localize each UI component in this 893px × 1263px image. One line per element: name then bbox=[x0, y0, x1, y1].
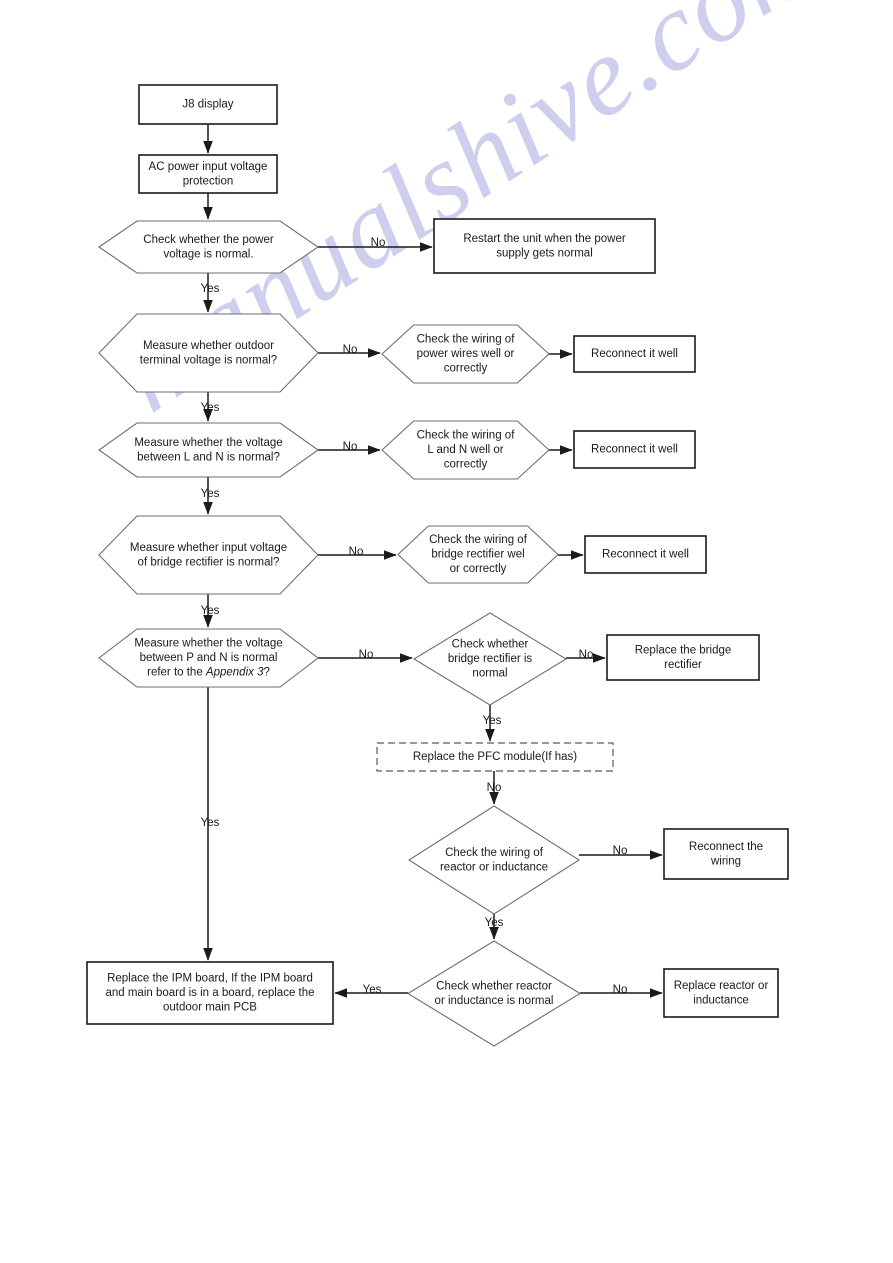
node-text-line: L and N well or bbox=[427, 444, 503, 456]
edge-label-yes-12: Yes bbox=[201, 605, 220, 617]
node-text-line: normal bbox=[472, 668, 507, 680]
node-text-line: Check the wiring of bbox=[445, 847, 544, 859]
node-replace-the-bridge: Replace the bridge rectifier bbox=[606, 634, 760, 681]
node-reconnect-it-well: Reconnect it well bbox=[573, 430, 696, 469]
node-replace-reactor-or: Replace reactor or inductance bbox=[663, 968, 779, 1018]
node-shape-hexagon bbox=[98, 220, 319, 274]
node-shape-hexagon bbox=[98, 313, 319, 393]
node-text-line: Measure whether the voltage bbox=[134, 437, 282, 449]
flowchart-canvas: J8 display AC power input voltage protecti… bbox=[86, 84, 789, 1047]
node-text-line: protection bbox=[183, 175, 234, 187]
node-text-line: Check the wiring of bbox=[417, 430, 516, 442]
node-replace-the-ipm-board-if-the-ipm-board: Replace the IPM board, If the IPM board a… bbox=[86, 961, 334, 1025]
edge-label-no-13: No bbox=[359, 649, 374, 661]
node-reconnect-the: Reconnect the wiring bbox=[663, 828, 789, 880]
node-shape-hexagon bbox=[98, 515, 319, 595]
edge-label-no-17: No bbox=[613, 845, 628, 857]
node-shape-diamond bbox=[406, 940, 582, 1047]
node-reconnect-it-well: Reconnect it well bbox=[584, 535, 707, 574]
node-text-line: or correctly bbox=[450, 563, 507, 575]
node-text-line: AC power input voltage bbox=[149, 161, 268, 173]
edge-label-no-19: No bbox=[613, 984, 628, 996]
node-text-line: Measure whether the voltage bbox=[134, 638, 282, 650]
node-text-line: power wires well or bbox=[417, 348, 515, 360]
node-text-line: reactor or inductance bbox=[440, 861, 548, 873]
node-check-whether: Check whether bridge rectifier is normal bbox=[412, 612, 568, 706]
node-measure-whether-the-voltage: Measure whether the voltage between L and… bbox=[98, 422, 319, 478]
node-text-line: between L and N is normal? bbox=[137, 451, 280, 463]
node-shape-rect bbox=[606, 634, 760, 681]
node-text-line: refer to the Appendix 3? bbox=[147, 667, 270, 679]
node-reconnect-it-well: Reconnect it well bbox=[573, 335, 696, 373]
node-text-line: and main board is in a board, replace th… bbox=[105, 987, 314, 999]
node-shape-rect bbox=[433, 218, 656, 274]
edge-label-no-16: No bbox=[487, 782, 502, 794]
node-text-line: Replace the bridge bbox=[635, 644, 732, 656]
node-text-line: terminal voltage is normal? bbox=[140, 354, 277, 366]
node-text-line: Check whether bbox=[452, 639, 529, 651]
node-text-line: Replace reactor or bbox=[674, 980, 769, 992]
edge-label-yes-20: Yes bbox=[363, 984, 382, 996]
node-check-the-wiring-of: Check the wiring of L and N well or correc… bbox=[381, 420, 550, 480]
node-text-line: Check whether reactor bbox=[436, 980, 552, 992]
node-text-line: or inductance is normal bbox=[435, 995, 554, 1007]
node-text-line: Check the wiring of bbox=[429, 534, 528, 546]
edge-label-yes-21: Yes bbox=[201, 817, 220, 829]
node-restart-the-unit-when-the-power: Restart the unit when the power supply ge… bbox=[433, 218, 656, 274]
node-text-line: J8 display bbox=[182, 99, 233, 111]
edge-label-yes-15: Yes bbox=[483, 715, 502, 727]
node-check-the-wiring-of: Check the wiring of power wires well or co… bbox=[381, 324, 550, 384]
node-text-line: outdoor main PCB bbox=[163, 1002, 257, 1014]
node-text-line: Check whether the power bbox=[143, 234, 274, 246]
node-measure-whether-the-voltage: Measure whether the voltage between P and… bbox=[98, 628, 319, 688]
edge-label-no-2: No bbox=[371, 237, 386, 249]
node-text-line: Replace the IPM board, If the IPM board bbox=[107, 973, 313, 985]
node-measure-whether-input-voltage: Measure whether input voltage of bridge r… bbox=[98, 515, 319, 595]
node-check-the-wiring-of: Check the wiring of bridge rectifier wel o… bbox=[397, 525, 559, 584]
edge-label-no-10: No bbox=[349, 546, 364, 558]
node-text-line: Measure whether outdoor bbox=[143, 340, 274, 352]
edge-label-no-4: No bbox=[343, 344, 358, 356]
node-text-line: inductance bbox=[693, 994, 749, 1006]
nodes-layer: J8 display AC power input voltage protecti… bbox=[86, 84, 789, 1047]
node-text-line: Reconnect it well bbox=[591, 444, 678, 456]
edge-label-yes-3: Yes bbox=[201, 283, 220, 295]
node-ac-power-input-voltage: AC power input voltage protection bbox=[138, 154, 278, 194]
node-text-line: bridge rectifier wel bbox=[431, 549, 524, 561]
edge-label-yes-9: Yes bbox=[201, 488, 220, 500]
node-measure-whether-outdoor: Measure whether outdoor terminal voltage … bbox=[98, 313, 319, 393]
node-text-line: between P and N is normal bbox=[140, 652, 278, 664]
node-text-line: correctly bbox=[444, 363, 488, 375]
node-check-whether-the-power: Check whether the power voltage is normal… bbox=[98, 220, 319, 274]
node-shape-diamond bbox=[407, 805, 581, 915]
node-text-line: Reconnect it well bbox=[591, 348, 678, 360]
node-text-line: of bridge rectifier is normal? bbox=[138, 556, 280, 568]
node-text-line: Check the wiring of bbox=[417, 334, 516, 346]
edge-label-no-14: No bbox=[579, 649, 594, 661]
node-text-line: Measure whether input voltage bbox=[130, 542, 287, 554]
node-text-line: Replace the PFC module(If has) bbox=[413, 751, 577, 763]
node-text-line: rectifier bbox=[664, 659, 702, 671]
node-shape-hexagon bbox=[98, 422, 319, 478]
node-shape-rect bbox=[663, 968, 779, 1018]
node-text-line: Restart the unit when the power bbox=[463, 233, 626, 245]
node-text-line: voltage is normal. bbox=[163, 248, 253, 260]
node-check-whether-reactor: Check whether reactor or inductance is no… bbox=[406, 940, 582, 1047]
node-check-the-wiring-of: Check the wiring of reactor or inductance bbox=[407, 805, 581, 915]
node-text-line: Reconnect it well bbox=[602, 549, 689, 561]
node-text-line: wiring bbox=[710, 855, 741, 867]
edge-label-no-7: No bbox=[343, 441, 358, 453]
node-text-line: correctly bbox=[444, 459, 488, 471]
node-shape-rect bbox=[663, 828, 789, 880]
node-text-line: Reconnect the bbox=[689, 841, 763, 853]
edge-label-yes-18: Yes bbox=[485, 917, 504, 929]
node-text-line: bridge rectifier is bbox=[448, 653, 533, 665]
node-replace-the-pfc-module-if-has: Replace the PFC module(If has) bbox=[376, 742, 614, 772]
node-text-line: supply gets normal bbox=[496, 247, 593, 259]
node-j8-display: J8 display bbox=[138, 84, 278, 125]
edge-label-yes-6: Yes bbox=[201, 402, 220, 414]
